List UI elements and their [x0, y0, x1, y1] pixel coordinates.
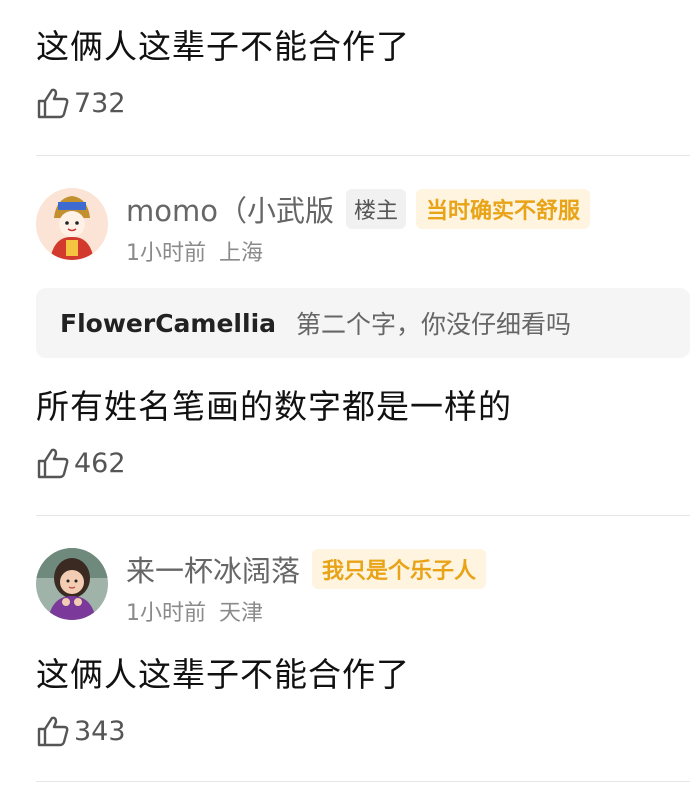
quote-text: 第二个字，你没仔细看吗 [296, 310, 572, 339]
username[interactable]: momo（小武版 [126, 188, 334, 230]
username[interactable]: 来一杯冰阔落 [126, 548, 300, 590]
quote-author: FlowerCamellia [60, 308, 277, 338]
like-button[interactable]: 732 [36, 86, 126, 120]
divider [36, 515, 690, 516]
like-button[interactable]: 343 [36, 714, 126, 748]
comment-content: 这俩人这辈子不能合作了 [36, 27, 410, 66]
avatar[interactable] [36, 548, 108, 620]
thumbs-up-icon [36, 446, 70, 480]
comment-location: 上海 [219, 241, 264, 266]
user-tag: 当时确实不舒服 [416, 189, 591, 229]
divider [36, 155, 690, 156]
thumbs-up-icon [36, 86, 70, 120]
avatar[interactable] [36, 188, 108, 260]
user-tag: 我只是个乐子人 [312, 549, 487, 589]
like-count: 732 [74, 87, 126, 119]
comment-time: 1小时前 [126, 601, 206, 626]
divider [36, 781, 690, 782]
quoted-reply[interactable]: FlowerCamellia 第二个字，你没仔细看吗 [36, 288, 690, 358]
like-button[interactable]: 462 [36, 446, 126, 480]
like-count: 343 [74, 715, 126, 747]
like-count: 462 [74, 447, 126, 479]
comment-content: 所有姓名笔画的数字都是一样的 [36, 387, 512, 426]
comment-content: 这俩人这辈子不能合作了 [36, 655, 410, 694]
host-badge: 楼主 [346, 189, 407, 229]
comment-time: 1小时前 [126, 241, 206, 266]
thumbs-up-icon [36, 714, 70, 748]
comment-location: 天津 [219, 601, 264, 626]
